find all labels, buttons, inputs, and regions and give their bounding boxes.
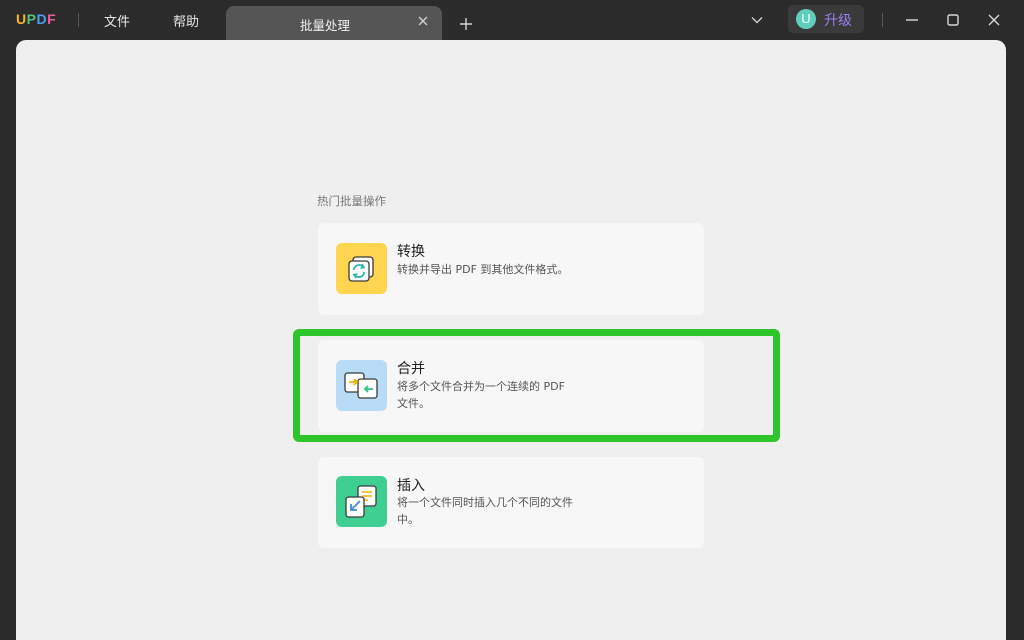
insert-card[interactable]: 插入 将一个文件同时插入几个不同的文件中。 <box>318 457 704 548</box>
upgrade-button[interactable]: U 升级 <box>788 5 864 33</box>
menu-file[interactable]: 文件 <box>104 11 130 30</box>
divider <box>78 13 79 27</box>
minimize-icon[interactable] <box>904 12 920 28</box>
avatar: U <box>796 9 816 29</box>
chevron-down-icon[interactable] <box>750 13 764 27</box>
upgrade-label: 升级 <box>824 13 852 29</box>
section-title: 热门批量操作 <box>317 194 386 208</box>
card-description: 将多个文件合并为一个连续的 PDF 文件。 <box>397 380 565 410</box>
card-title: 转换 <box>397 244 425 260</box>
tab-title: 批量处理 <box>300 18 351 33</box>
convert-card[interactable]: 转换 转换并导出 PDF 到其他文件格式。 <box>318 223 704 315</box>
merge-icon <box>336 360 387 411</box>
updf-logo[interactable]: UPDF <box>16 11 56 27</box>
close-window-icon[interactable] <box>986 12 1002 28</box>
card-description: 转换并导出 PDF 到其他文件格式。 <box>397 263 569 276</box>
insert-icon <box>336 476 387 527</box>
menu-help[interactable]: 帮助 <box>173 11 199 30</box>
tab-batch-process[interactable]: 批量处理 <box>226 6 442 40</box>
divider <box>882 13 883 27</box>
card-description: 将一个文件同时插入几个不同的文件中。 <box>397 496 573 526</box>
maximize-icon[interactable] <box>945 12 961 28</box>
convert-icon <box>336 243 387 294</box>
card-title: 合并 <box>397 361 425 377</box>
close-icon[interactable] <box>416 14 430 28</box>
card-title: 插入 <box>397 478 425 494</box>
title-bar: UPDF 文件 帮助 批量处理 U 升级 <box>0 0 1024 40</box>
merge-card[interactable]: 合并 将多个文件合并为一个连续的 PDF 文件。 <box>318 340 704 432</box>
add-tab-icon[interactable] <box>458 16 474 32</box>
